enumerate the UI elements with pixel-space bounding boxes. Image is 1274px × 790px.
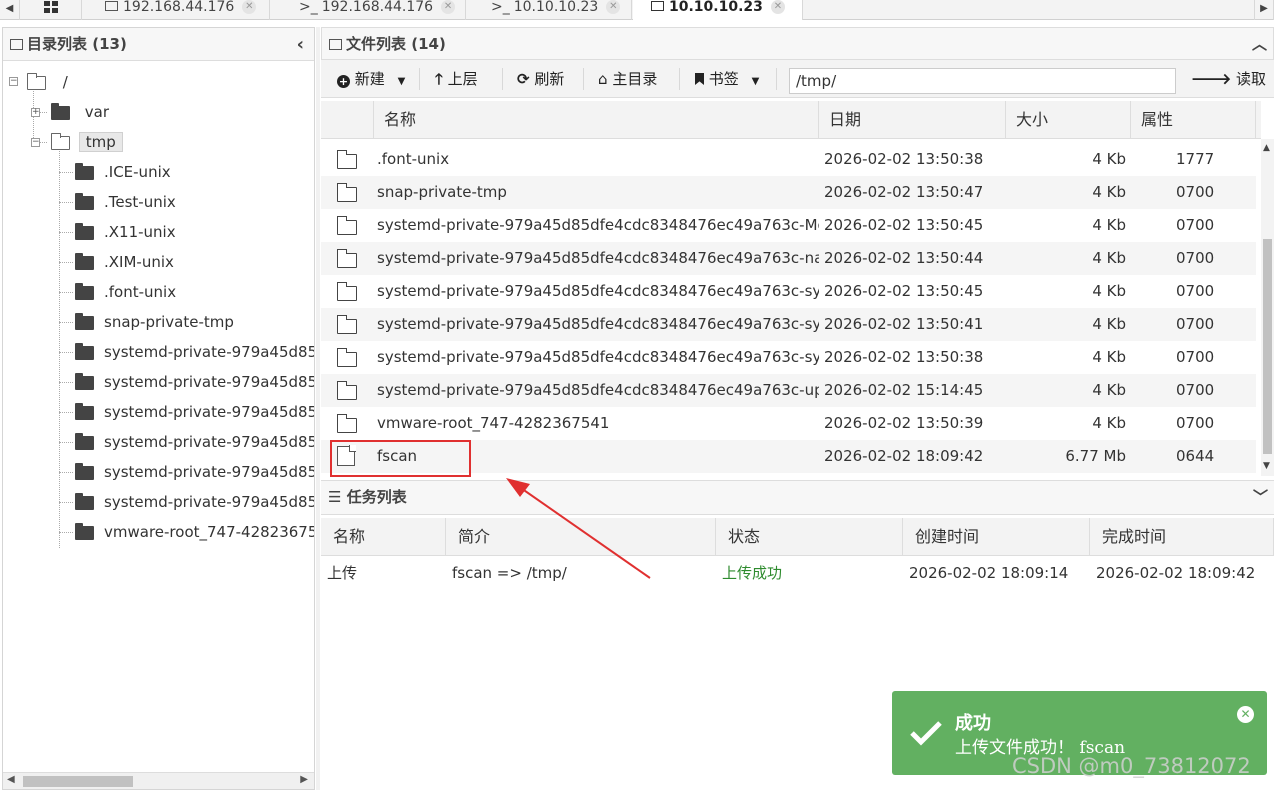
toast-title: 成功 (955, 713, 991, 734)
watermark: CSDN @m0_73812072 (1012, 754, 1251, 778)
toast-close-icon[interactable]: ✕ (1237, 706, 1254, 723)
annotation-arrow (506, 478, 651, 579)
checkmark-icon (910, 721, 942, 746)
